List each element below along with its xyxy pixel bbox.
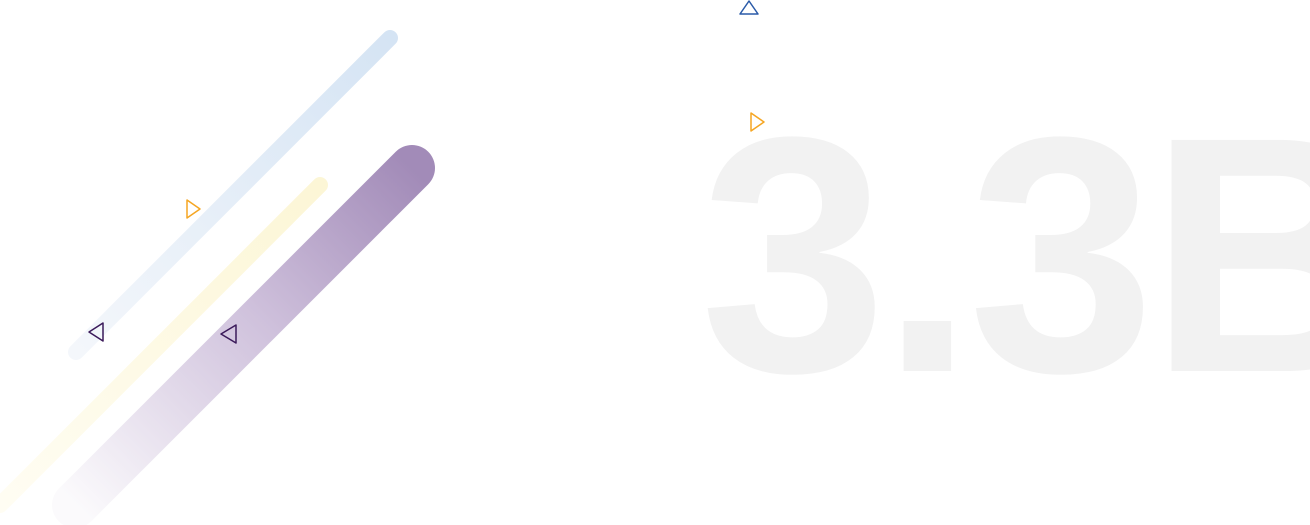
stripe-purple	[52, 145, 435, 525]
hero-graphic: 3.3B	[0, 0, 1310, 525]
triangle-right-outline-icon	[186, 199, 201, 219]
big-stat-watermark: 3.3B	[700, 68, 1310, 443]
stripe-blue	[68, 30, 398, 360]
triangle-up-outline-icon	[739, 0, 759, 15]
stripe-yellow	[0, 177, 328, 513]
